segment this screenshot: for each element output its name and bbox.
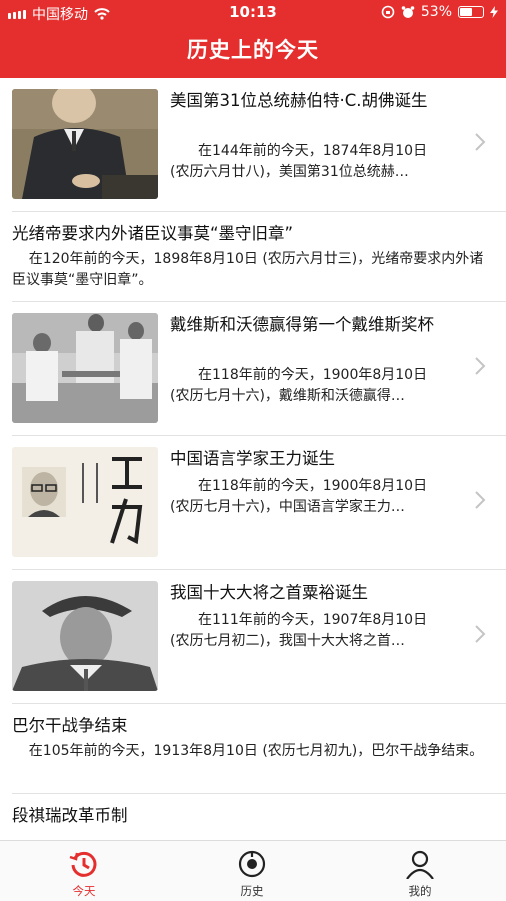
item-title: 段祺瑞改革币制 xyxy=(12,806,128,825)
chevron-right-icon xyxy=(475,491,486,509)
list-item[interactable]: 段祺瑞改革币制 xyxy=(0,794,506,839)
page-title: 历史上的今天 xyxy=(187,38,319,62)
status-bar: 中国移动 10:13 53% xyxy=(0,0,506,26)
user-icon xyxy=(406,850,434,879)
event-list: 美国第31位总统赫伯特·C.胡佛诞生 在144年前的今天，1874年8月10日 … xyxy=(0,78,506,840)
item-desc: 在118年前的今天，1900年8月10日 (农历七月十六)，中国语言学家王力… xyxy=(170,478,428,515)
item-title: 美国第31位总统赫伯特·C.胡佛诞生 xyxy=(170,91,428,110)
item-desc: 在111年前的今天，1907年8月10日 (农历七月初二)，我国十大大将之首… xyxy=(170,612,428,649)
tab-history[interactable]: 历史 xyxy=(168,841,336,901)
item-title: 中国语言学家王力诞生 xyxy=(170,449,335,468)
general-photo xyxy=(12,581,158,691)
list-item[interactable]: 我国十大大将之首粟裕诞生 在111年前的今天，1907年8月10日 (农历七月初… xyxy=(0,570,506,704)
book-cover-photo xyxy=(12,447,158,557)
charging-icon xyxy=(490,6,498,18)
list-item[interactable]: 美国第31位总统赫伯特·C.胡佛诞生 在144年前的今天，1874年8月10日 … xyxy=(0,78,506,212)
item-desc: 在144年前的今天，1874年8月10日 (农历六月廿八)，美国第31位总统赫… xyxy=(170,143,428,180)
tab-today[interactable]: 今天 xyxy=(0,841,168,901)
list-item[interactable]: 巴尔干战争结束 在105年前的今天，1913年8月10日 (农历七月初九)，巴尔… xyxy=(0,704,506,794)
tab-label: 我的 xyxy=(408,884,432,898)
list-item[interactable]: 中国语言学家王力诞生 在118年前的今天，1900年8月10日 (农历七月十六)… xyxy=(0,436,506,570)
item-desc: 在118年前的今天，1900年8月10日 (农历七月十六)，戴维斯和沃德赢得… xyxy=(170,367,428,404)
item-title: 戴维斯和沃德赢得第一个戴维斯奖杯 xyxy=(170,315,434,334)
item-desc: 在105年前的今天，1913年8月10日 (农历七月初九)，巴尔干战争结束。 xyxy=(28,743,484,759)
tab-label: 历史 xyxy=(240,884,264,898)
tab-label: 今天 xyxy=(72,884,96,898)
item-title: 我国十大大将之首粟裕诞生 xyxy=(170,583,368,602)
history-clock-icon xyxy=(69,851,97,877)
tab-bar: 今天 历史 我的 xyxy=(0,840,506,901)
list-item[interactable]: 光绪帝要求内外诸臣议事莫“墨守旧章” 在120年前的今天，1898年8月10日 … xyxy=(0,212,506,302)
item-title: 巴尔干战争结束 xyxy=(12,716,128,735)
tab-mine[interactable]: 我的 xyxy=(336,841,504,901)
orientation-lock-icon xyxy=(381,5,395,19)
list-item[interactable]: 戴维斯和沃德赢得第一个戴维斯奖杯 在118年前的今天，1900年8月10日 (农… xyxy=(0,302,506,436)
tennis-photo xyxy=(12,313,158,423)
alarm-icon xyxy=(401,6,415,18)
portrait-photo xyxy=(12,89,158,199)
item-title: 光绪帝要求内外诸臣议事莫“墨守旧章” xyxy=(12,224,294,243)
chevron-right-icon xyxy=(475,625,486,643)
battery-percent: 53% xyxy=(420,4,452,20)
battery-icon xyxy=(458,6,484,18)
item-desc: 在120年前的今天，1898年8月10日 (农历六月廿三)，光绪帝要求内外诸臣议… xyxy=(12,251,484,288)
app-header: 中国移动 10:13 53% 历史上的今天 xyxy=(0,0,506,78)
history-disc-icon xyxy=(238,850,266,878)
chevron-right-icon xyxy=(475,133,486,151)
chevron-right-icon xyxy=(475,357,486,375)
